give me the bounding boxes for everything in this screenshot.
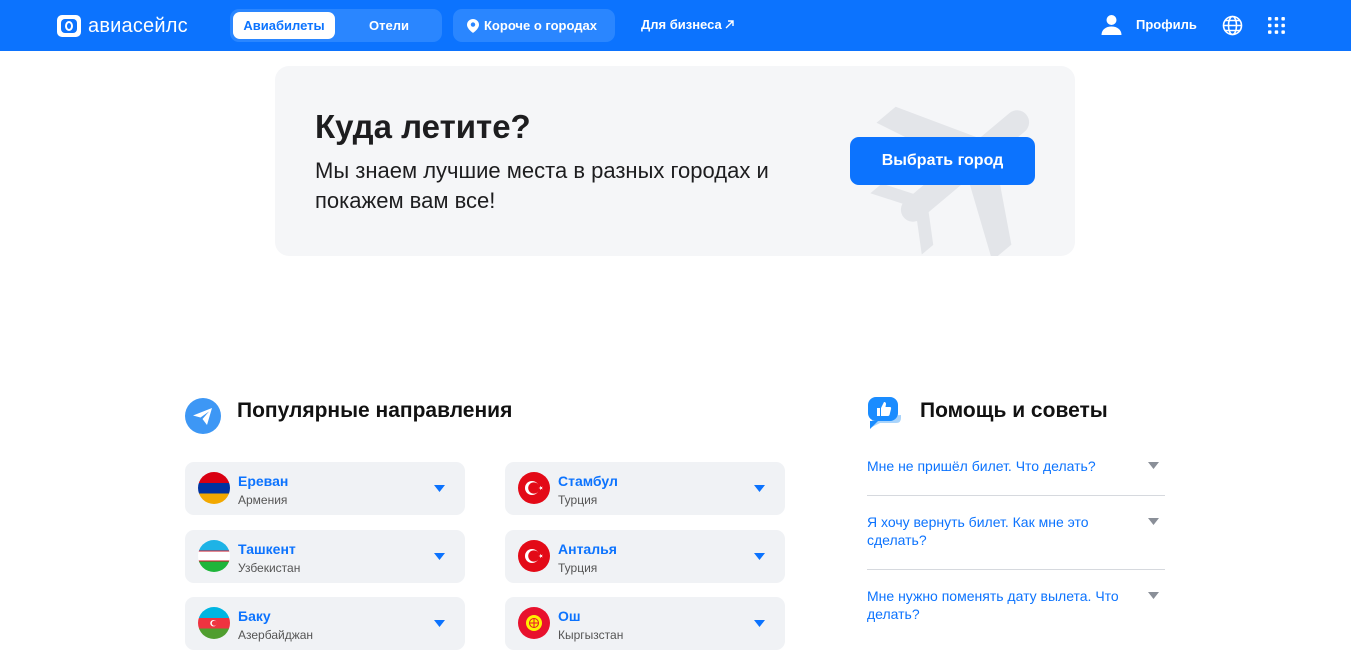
faq-question-text: Я хочу вернуть билет. Как мне это сделат…: [867, 514, 1089, 548]
apps-grid-icon[interactable]: [1268, 17, 1285, 34]
top-navigation-bar: авиасейлс Авиабилеты Отели Короче о горо…: [0, 0, 1351, 51]
banner-subtitle: Мы знаем лучшие места в разных городах и…: [315, 158, 769, 213]
faq-question[interactable]: Я хочу вернуть билет. Как мне это сделат…: [867, 513, 1165, 549]
faq-question-text: Мне нужно поменять дату вылета. Что дела…: [867, 588, 1119, 622]
help-tips-title: Помощь и советы: [920, 399, 1108, 422]
turkey-flag-icon: [518, 540, 550, 572]
destination-card[interactable]: Ташкент Узбекистан: [185, 530, 465, 583]
destination-city: Баку: [238, 608, 271, 624]
paper-plane-icon: [185, 398, 221, 434]
chevron-down-icon: [754, 485, 765, 492]
tab-hotels[interactable]: Отели: [338, 12, 440, 39]
chevron-down-icon: [1148, 518, 1159, 525]
chevron-down-icon: [434, 485, 445, 492]
destination-card[interactable]: Ереван Армения: [185, 462, 465, 515]
faq-question[interactable]: Мне нужно поменять дату вылета. Что дела…: [867, 587, 1165, 623]
cities-button[interactable]: Короче о городах: [453, 9, 615, 42]
armenia-flag-icon: [198, 472, 230, 504]
chevron-down-icon: [1148, 462, 1159, 469]
cities-button-label: Короче о городах: [484, 18, 597, 33]
popular-destinations-title: Популярные направления: [237, 399, 513, 422]
globe-icon[interactable]: [1222, 15, 1243, 36]
banner-title: Куда летите?: [315, 108, 531, 145]
destination-city: Ош: [558, 608, 581, 624]
user-icon: [1101, 15, 1122, 35]
destination-country: Турция: [558, 561, 598, 575]
destination-country: Азербайджан: [238, 628, 314, 642]
profile-button[interactable]: Профиль: [1101, 14, 1197, 35]
logo-icon: [57, 15, 81, 37]
azerbaijan-flag-icon: [198, 607, 230, 639]
destination-city: Ереван: [238, 473, 289, 489]
destination-country: Армения: [238, 493, 288, 507]
location-pin-icon: [467, 18, 479, 33]
uzbekistan-flag-icon: [198, 540, 230, 572]
logo-text: авиасейлс: [88, 14, 188, 37]
faq-question-text: Мне не пришёл билет. Что делать?: [867, 458, 1096, 474]
destination-country: Узбекистан: [238, 561, 301, 575]
thumbs-up-chat-icon: [868, 397, 901, 429]
kyrgyzstan-flag-icon: [518, 607, 550, 639]
product-tabs: Авиабилеты Отели: [230, 9, 442, 42]
destination-city: Стамбул: [558, 473, 618, 489]
destination-country: Турция: [558, 493, 598, 507]
divider: [867, 569, 1165, 570]
destination-card[interactable]: Баку Азербайджан: [185, 597, 465, 650]
external-arrow-icon: [725, 20, 734, 29]
business-link[interactable]: Для бизнеса: [641, 17, 734, 32]
destination-country: Кыргызстан: [558, 628, 624, 642]
chevron-down-icon: [434, 553, 445, 560]
tab-flights[interactable]: Авиабилеты: [233, 12, 335, 39]
turkey-flag-icon: [518, 472, 550, 504]
destination-city: Ташкент: [238, 541, 296, 557]
aviasales-logo[interactable]: авиасейлс: [56, 13, 188, 39]
profile-label: Профиль: [1136, 17, 1197, 32]
city-picker-banner: Куда летите? Мы знаем лучшие места в раз…: [275, 66, 1075, 256]
chevron-down-icon: [434, 620, 445, 627]
destination-card[interactable]: Анталья Турция: [505, 530, 785, 583]
business-link-label: Для бизнеса: [641, 17, 722, 32]
destination-card[interactable]: Ош Кыргызстан: [505, 597, 785, 650]
chevron-down-icon: [1148, 592, 1159, 599]
chevron-down-icon: [754, 553, 765, 560]
faq-question[interactable]: Мне не пришёл билет. Что делать?: [867, 457, 1165, 475]
divider: [867, 495, 1165, 496]
destination-city: Анталья: [558, 541, 617, 557]
chevron-down-icon: [754, 620, 765, 627]
destination-card[interactable]: Стамбул Турция: [505, 462, 785, 515]
choose-city-button[interactable]: Выбрать город: [850, 137, 1035, 185]
